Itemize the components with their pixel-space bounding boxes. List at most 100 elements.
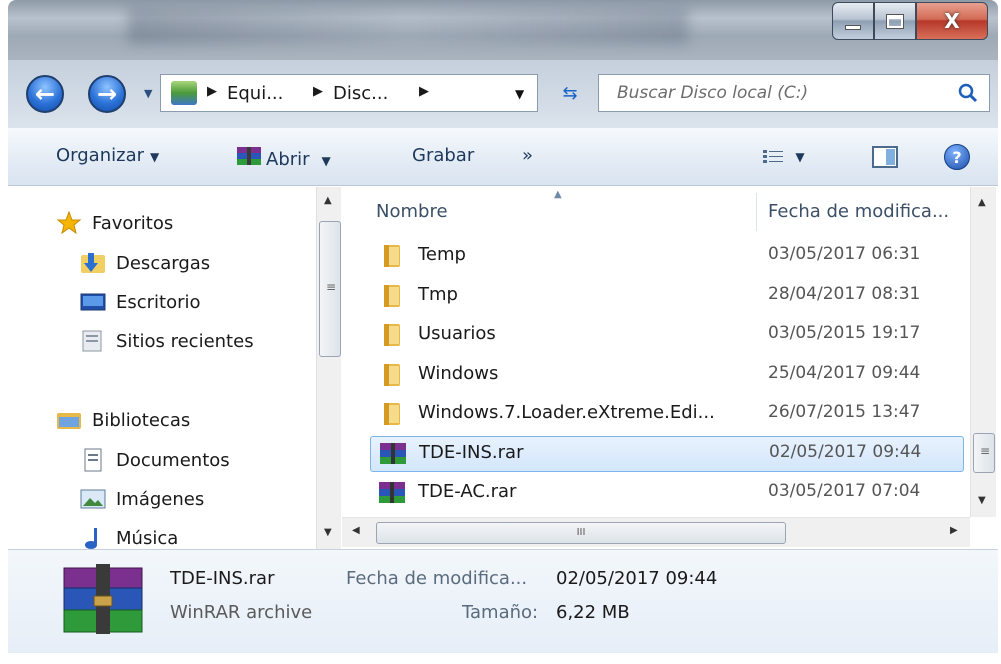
- nav-label: Escritorio: [116, 291, 201, 313]
- winrar-icon: [380, 443, 406, 464]
- back-arrow-icon: ←: [34, 80, 56, 108]
- file-row[interactable]: Windows.7.Loader.eXtreme.Edi... 26/07/201…: [370, 397, 964, 433]
- nav-item-descargas[interactable]: Descargas: [80, 245, 210, 281]
- file-list-scrollbar[interactable]: ▲ ≡ ▼: [970, 187, 996, 517]
- file-row[interactable]: Tmp 28/04/2017 08:31: [370, 279, 964, 315]
- file-row[interactable]: Temp 03/05/2017 06:31: [370, 239, 964, 275]
- file-date: 02/05/2017 09:44: [769, 442, 922, 462]
- navigation-pane: Favoritos Descargas Escritorio Sitios re…: [8, 187, 341, 549]
- recent-pages-dropdown[interactable]: ▼: [144, 87, 152, 100]
- nav-favorites-header[interactable]: Favoritos: [56, 205, 173, 241]
- scroll-down-icon[interactable]: ▼: [978, 495, 986, 506]
- burn-button[interactable]: Grabar: [412, 145, 474, 166]
- nav-item-escritorio[interactable]: Escritorio: [80, 284, 201, 320]
- column-divider[interactable]: [756, 193, 757, 231]
- organize-button[interactable]: Organizar ▼: [56, 145, 159, 166]
- chevron-right-icon[interactable]: ▶: [207, 84, 217, 99]
- address-history-dropdown[interactable]: ▼: [515, 87, 524, 101]
- breadcrumb-disco[interactable]: Disc...: [333, 83, 388, 104]
- file-name: Tmp: [418, 284, 458, 305]
- help-button[interactable]: ?: [942, 142, 972, 172]
- file-name: TDE-AC.rar: [418, 481, 517, 502]
- folder-icon: [384, 285, 400, 307]
- file-name: Windows: [418, 363, 499, 384]
- maximize-button[interactable]: [874, 2, 916, 40]
- details-pane: TDE-INS.rar WinRAR archive Fecha de modi…: [8, 549, 998, 653]
- open-button[interactable]: Abrir ▼: [236, 145, 331, 170]
- scroll-up-icon[interactable]: ▲: [324, 195, 332, 206]
- file-name: Usuarios: [418, 323, 496, 344]
- recent-places-icon: [82, 330, 102, 352]
- back-button[interactable]: ←: [26, 75, 64, 113]
- nav-libraries-header[interactable]: Bibliotecas: [56, 402, 190, 438]
- file-name: Temp: [418, 244, 466, 265]
- close-button[interactable]: X: [916, 2, 988, 40]
- scroll-down-icon[interactable]: ▼: [324, 527, 332, 538]
- command-bar: Organizar ▼ Abrir ▼ Grabar » ▼ ?: [8, 128, 998, 186]
- scroll-up-icon[interactable]: ▲: [978, 197, 986, 208]
- more-commands-button[interactable]: »: [522, 145, 533, 166]
- window-controls: X: [832, 2, 988, 42]
- navigation-scroll-thumb[interactable]: ≡: [319, 221, 341, 357]
- address-bar[interactable]: ▶ Equi... ▶ Disc... ▶ ▼: [160, 74, 538, 112]
- more-label: »: [522, 145, 534, 166]
- change-view-button[interactable]: ▼: [754, 142, 814, 172]
- preview-pane-icon: [872, 146, 898, 168]
- horizontal-scroll-thumb[interactable]: III: [376, 522, 786, 544]
- organize-label: Organizar: [56, 145, 144, 166]
- column-header-date[interactable]: Fecha de modifica...: [768, 187, 968, 235]
- column-name-label: Nombre: [376, 200, 448, 222]
- refresh-icon: ⇆: [562, 83, 578, 104]
- computer-location-icon: [171, 81, 197, 105]
- folder-icon: [384, 403, 400, 425]
- file-list-scroll-thumb[interactable]: ≡: [973, 433, 995, 473]
- nav-label: Descargas: [116, 252, 211, 274]
- burn-label: Grabar: [412, 145, 475, 166]
- navigation-scrollbar[interactable]: ▲ ≡ ▼: [316, 187, 341, 549]
- file-date: 03/05/2017 07:04: [768, 481, 921, 501]
- file-name: Windows.7.Loader.eXtreme.Edi...: [418, 402, 715, 423]
- favorites-label: Favoritos: [92, 212, 174, 234]
- chevron-down-icon: ▼: [150, 150, 160, 164]
- preview-pane-button[interactable]: [870, 142, 900, 172]
- nav-label: Música: [116, 527, 179, 549]
- breadcrumb-equipo[interactable]: Equi...: [227, 83, 283, 104]
- file-date: 25/04/2017 09:44: [768, 363, 921, 383]
- file-date: 28/04/2017 08:31: [768, 284, 921, 304]
- open-label: Abrir: [266, 149, 310, 170]
- help-icon: ?: [944, 144, 970, 170]
- search-icon[interactable]: [957, 82, 979, 104]
- search-input[interactable]: Buscar Disco local (C:): [598, 74, 990, 112]
- view-list-icon: [763, 150, 784, 163]
- refresh-button[interactable]: ⇆: [548, 78, 592, 110]
- search-placeholder: Buscar Disco local (C:): [617, 83, 809, 103]
- scroll-right-icon[interactable]: ▶: [950, 525, 958, 536]
- forward-arrow-icon: →: [96, 80, 118, 108]
- details-size-label: Tamaño:: [462, 602, 539, 623]
- explorer-window: X ← → ▼ ▶ Equi... ▶ Disc... ▶ ▼ ⇆ Buscar…: [0, 0, 1001, 664]
- file-row[interactable]: TDE-INS.rar 02/05/2017 09:44: [370, 436, 964, 472]
- forward-button[interactable]: →: [88, 75, 126, 113]
- minimize-icon: [845, 24, 861, 30]
- winrar-icon: [237, 147, 261, 165]
- minimize-button[interactable]: [832, 2, 874, 40]
- file-row[interactable]: TDE-AC.rar 03/05/2017 07:04: [370, 476, 964, 512]
- nav-item-sitios-recientes[interactable]: Sitios recientes: [80, 323, 254, 359]
- title-bar[interactable]: X: [8, 0, 998, 60]
- chevron-right-icon[interactable]: ▶: [313, 84, 323, 99]
- nav-label: Documentos: [116, 449, 230, 471]
- file-row[interactable]: Usuarios 03/05/2015 19:17: [370, 318, 964, 354]
- nav-label: Imágenes: [116, 488, 205, 510]
- nav-item-musica[interactable]: Música: [80, 520, 178, 549]
- nav-item-imagenes[interactable]: Imágenes: [80, 481, 204, 517]
- column-header-name[interactable]: Nombre: [376, 187, 756, 235]
- star-icon: [56, 211, 82, 235]
- nav-item-documentos[interactable]: Documentos: [80, 442, 230, 478]
- scroll-left-icon[interactable]: ◀: [352, 525, 360, 536]
- chevron-right-icon[interactable]: ▶: [419, 84, 429, 99]
- details-date-value: 02/05/2017 09:44: [556, 568, 718, 589]
- file-date: 03/05/2015 19:17: [768, 323, 921, 343]
- file-row[interactable]: Windows 25/04/2017 09:44: [370, 358, 964, 394]
- horizontal-scrollbar[interactable]: ◀ III ▶: [342, 517, 970, 547]
- nav-label: Sitios recientes: [116, 330, 254, 352]
